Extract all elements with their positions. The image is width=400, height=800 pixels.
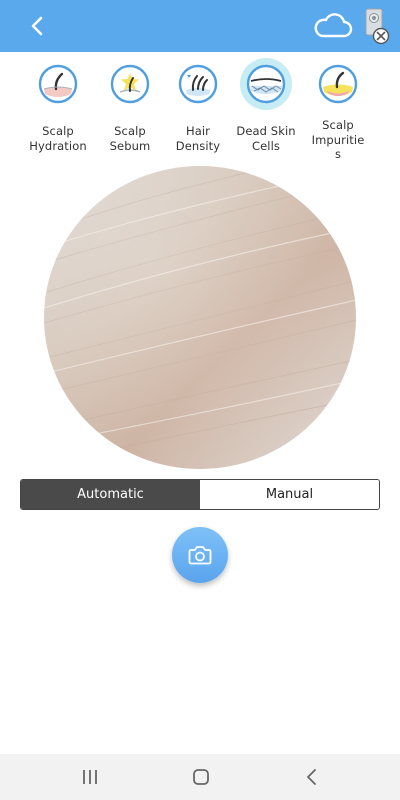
back-button[interactable] (26, 12, 52, 40)
back-chevron-icon (31, 16, 43, 36)
hair-density-icon (178, 64, 218, 104)
analysis-category-list: Scalp Hydration Scalp Sebum Hair Density (0, 58, 400, 168)
capture-button[interactable] (172, 527, 228, 583)
cloud-icon (314, 13, 353, 38)
cloud-sync-button[interactable] (312, 11, 354, 41)
category-label: Dead Skin Cells (236, 124, 296, 153)
scalp-hydration-icon (38, 64, 78, 104)
scalp-camera-preview (44, 166, 356, 469)
system-navigation-bar (0, 754, 400, 800)
system-back-button[interactable] (300, 767, 324, 787)
capture-mode-toggle: Automatic Manual (20, 479, 380, 510)
recents-icon (83, 770, 97, 784)
category-dead-skin-cells[interactable]: Dead Skin Cells (226, 58, 306, 168)
manual-mode-button[interactable]: Manual (200, 480, 379, 509)
back-icon (307, 769, 316, 785)
dead-skin-cells-icon (246, 64, 286, 104)
device-status-button[interactable] (362, 7, 392, 47)
scalp-impurities-icon (318, 64, 358, 104)
category-scalp-hydration[interactable]: Scalp Hydration (18, 58, 98, 168)
category-scalp-impurities[interactable]: Scalp Impuritie s (298, 58, 378, 168)
category-label: Scalp Hydration (29, 124, 87, 153)
scalp-sebum-icon (110, 64, 150, 104)
automatic-mode-button[interactable]: Automatic (21, 480, 200, 509)
home-icon (193, 769, 209, 785)
top-app-bar (0, 0, 400, 52)
home-button[interactable] (189, 767, 213, 787)
camera-icon (188, 546, 212, 565)
device-disconnected-icon (365, 8, 390, 45)
category-label: Scalp Impuritie s (311, 118, 365, 161)
recents-button[interactable] (78, 767, 102, 787)
